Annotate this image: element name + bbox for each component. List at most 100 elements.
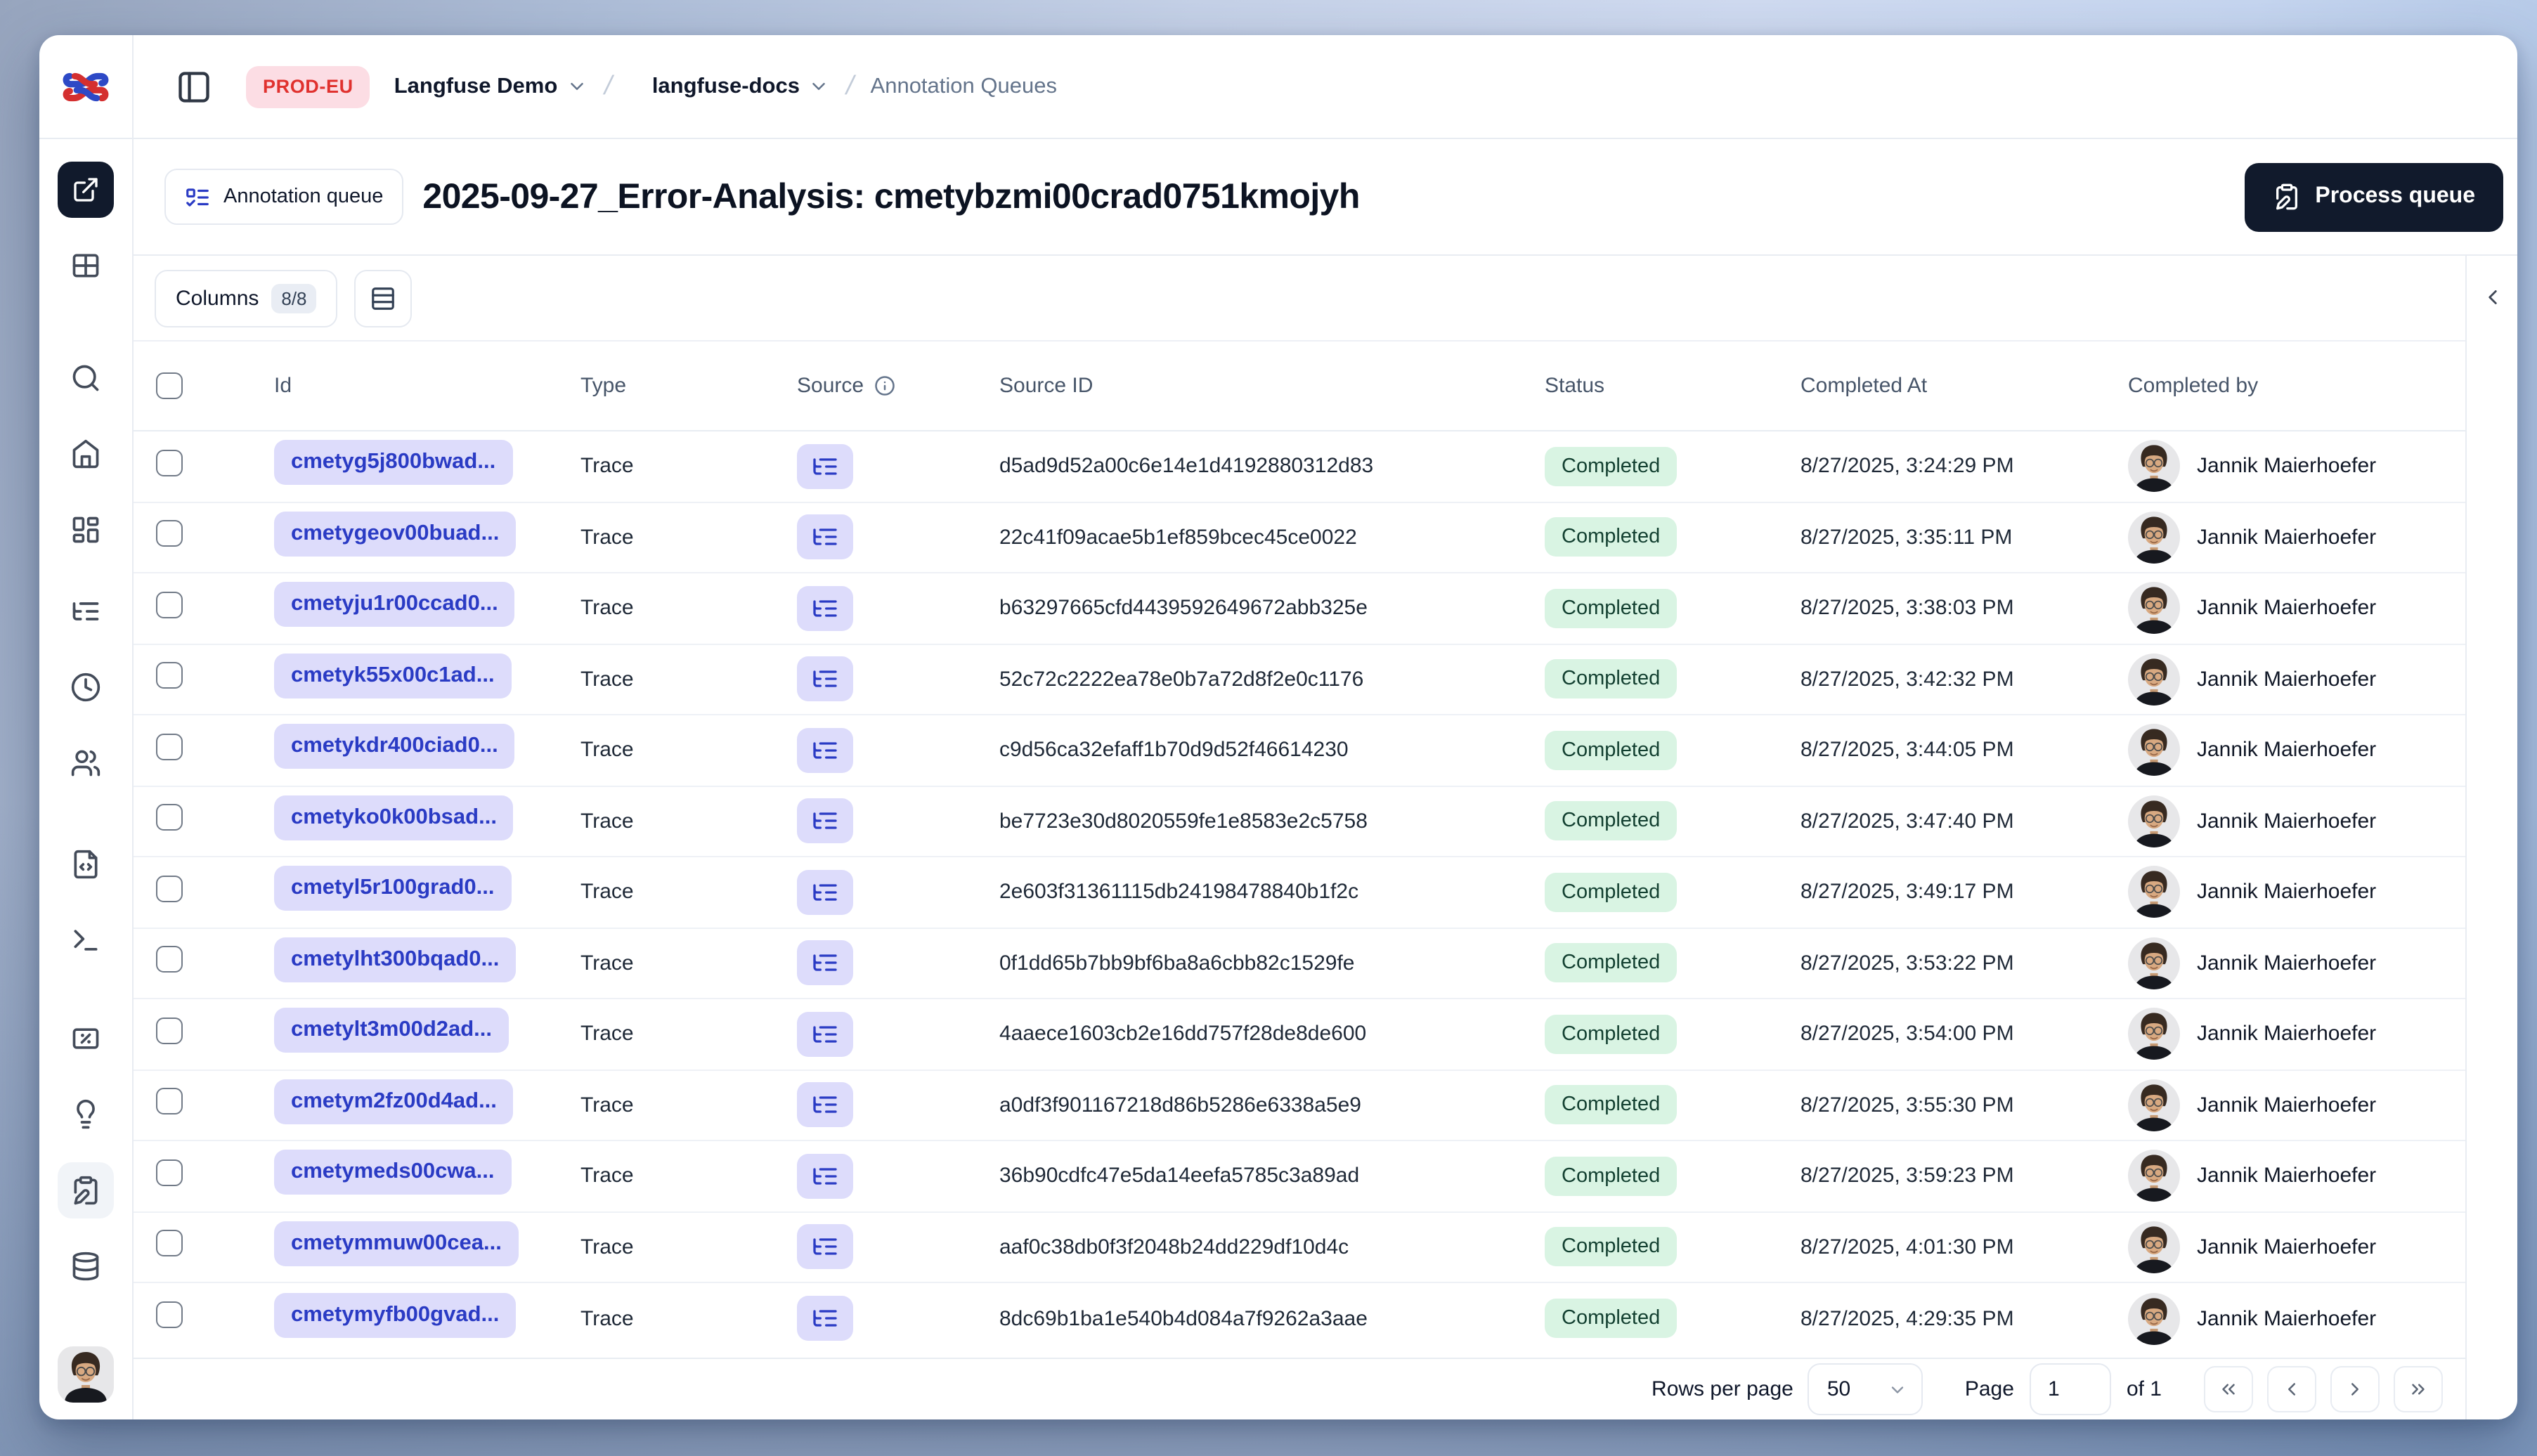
org-switcher[interactable]: Langfuse Demo xyxy=(394,74,588,99)
sidebar-item-dashboard[interactable] xyxy=(58,502,114,558)
column-header-source[interactable]: Source xyxy=(797,374,999,398)
table-row[interactable]: cmetylt3m00d2ad... Trace 4aaece1603cb2e1… xyxy=(134,999,2465,1070)
item-id-link[interactable]: cmetyju1r00ccad0... xyxy=(274,582,515,628)
sidebar-item-users[interactable] xyxy=(58,735,114,791)
trace-source-link[interactable] xyxy=(797,1224,853,1270)
row-checkbox[interactable] xyxy=(156,591,183,618)
table-row[interactable]: cmetymmuw00cea... Trace aaf0c38db0f3f204… xyxy=(134,1212,2465,1283)
table-row[interactable]: cmetyg5j800bwad... Trace d5ad9d52a00c6e1… xyxy=(134,431,2465,502)
collapse-panel-button[interactable] xyxy=(2474,278,2510,315)
column-header-completed-at[interactable]: Completed At xyxy=(1800,374,2128,398)
trace-source-link[interactable] xyxy=(797,1011,853,1057)
table-row[interactable]: cmetyko0k00bsad... Trace be7723e30d80205… xyxy=(134,786,2465,857)
table-row[interactable]: cmetyl5r100grad0... Trace 2e603f31361115… xyxy=(134,857,2465,928)
row-checkbox[interactable] xyxy=(156,1088,183,1115)
trace-source-link[interactable] xyxy=(797,1296,853,1341)
table-row[interactable]: cmetykdr400ciad0... Trace c9d56ca32efaff… xyxy=(134,715,2465,786)
completed-at: 8/27/2025, 3:38:03 PM xyxy=(1800,596,2014,620)
table-row[interactable]: cmetymeds00cwa... Trace 36b90cdfc47e5da1… xyxy=(134,1141,2465,1212)
sidebar-item-playground[interactable] xyxy=(58,912,114,968)
process-queue-button[interactable]: Process queue xyxy=(2245,162,2503,231)
last-page-button[interactable] xyxy=(2394,1366,2443,1412)
table-row[interactable]: cmetyk55x00c1ad... Trace 52c72c2222ea78e… xyxy=(134,644,2465,715)
item-id-link[interactable]: cmetymeds00cwa... xyxy=(274,1150,512,1195)
org-logo[interactable] xyxy=(39,35,134,138)
row-height-button[interactable] xyxy=(354,269,413,327)
item-id-link[interactable]: cmetykdr400ciad0... xyxy=(274,724,515,769)
trace-source-link[interactable] xyxy=(797,656,853,702)
item-id-link[interactable]: cmetyko0k00bsad... xyxy=(274,795,514,840)
sidebar-item-prompts[interactable] xyxy=(58,836,114,892)
trace-source-link[interactable] xyxy=(797,443,853,489)
item-id-link[interactable]: cmetymyfb00gvad... xyxy=(274,1292,517,1338)
columns-button[interactable]: Columns 8/8 xyxy=(155,269,338,327)
chevron-left-icon xyxy=(2288,1383,2295,1396)
row-checkbox[interactable] xyxy=(156,1301,183,1329)
trace-source-link[interactable] xyxy=(797,727,853,773)
source-id: 0f1dd65b7bb9bf6ba8a6cbb82c1529fe xyxy=(999,951,1355,975)
row-checkbox[interactable] xyxy=(156,1159,183,1186)
item-id-link[interactable]: cmetyl5r100grad0... xyxy=(274,866,512,911)
sidebar-toggle-button[interactable] xyxy=(170,63,218,110)
trace-source-link[interactable] xyxy=(797,514,853,560)
column-header-id[interactable]: Id xyxy=(274,374,580,398)
chevron-down-icon xyxy=(1891,1386,1904,1393)
item-id-link[interactable]: cmetyk55x00c1ad... xyxy=(274,653,512,698)
page-input[interactable] xyxy=(2029,1363,2111,1415)
sidebar-item-evaluation[interactable] xyxy=(58,1010,114,1067)
select-all-checkbox[interactable] xyxy=(156,372,183,399)
completed-by-name: Jannik Maierhoefer xyxy=(2197,809,2377,833)
sidebar-item-open-in-new[interactable] xyxy=(58,162,114,218)
row-checkbox[interactable] xyxy=(156,875,183,902)
column-header-completed-by[interactable]: Completed by xyxy=(2128,374,2465,398)
trace-source-link[interactable] xyxy=(797,1082,853,1128)
user-avatar[interactable] xyxy=(58,1346,114,1403)
row-checkbox[interactable] xyxy=(156,662,183,689)
item-id-link[interactable]: cmetygeov00buad... xyxy=(274,511,517,557)
sidebar-item-search[interactable] xyxy=(58,350,114,406)
sidebar-item-annotation-queues[interactable] xyxy=(58,1162,114,1218)
rows-per-page-select[interactable]: 50 xyxy=(1807,1363,1923,1415)
sidebar-item-tracing[interactable] xyxy=(58,583,114,639)
previous-page-button[interactable] xyxy=(2267,1366,2316,1412)
table-row[interactable]: cmetyju1r00ccad0... Trace b63297665cfd44… xyxy=(134,573,2465,644)
list-todo-icon xyxy=(186,188,209,206)
table-row[interactable]: cmetym2fz00d4ad... Trace a0df3f901167218… xyxy=(134,1070,2465,1141)
item-id-link[interactable]: cmetyg5j800bwad... xyxy=(274,440,513,486)
row-checkbox[interactable] xyxy=(156,520,183,547)
column-header-type[interactable]: Type xyxy=(580,374,797,398)
table-row[interactable]: cmetylht300bqad0... Trace 0f1dd65b7bb9bf… xyxy=(134,928,2465,999)
sidebar-item-sessions[interactable] xyxy=(58,659,114,715)
annotation-queue-type-badge[interactable]: Annotation queue xyxy=(164,169,403,225)
item-id-link[interactable]: cmetymmuw00cea... xyxy=(274,1221,519,1266)
row-checkbox[interactable] xyxy=(156,804,183,831)
sidebar-item-table-view[interactable] xyxy=(58,238,114,294)
project-switcher[interactable]: langfuse-docs xyxy=(652,74,829,99)
item-id-link[interactable]: cmetylht300bqad0... xyxy=(274,937,517,982)
trace-source-link[interactable] xyxy=(797,869,853,915)
sidebar-item-home[interactable] xyxy=(58,426,114,482)
column-header-source-id[interactable]: Source ID xyxy=(999,374,1545,398)
trace-source-link[interactable] xyxy=(797,585,853,631)
item-id-link[interactable]: cmetym2fz00d4ad... xyxy=(274,1079,514,1124)
item-type: Trace xyxy=(580,596,634,620)
next-page-button[interactable] xyxy=(2330,1366,2380,1412)
row-checkbox[interactable] xyxy=(156,1230,183,1257)
avatar-photo xyxy=(2128,441,2180,493)
trace-source-link[interactable] xyxy=(797,798,853,844)
first-page-button[interactable] xyxy=(2204,1366,2253,1412)
table-row[interactable]: cmetygeov00buad... Trace 22c41f09acae5b1… xyxy=(134,502,2465,573)
sidebar-item-datasets[interactable] xyxy=(58,1238,114,1294)
row-checkbox[interactable] xyxy=(156,733,183,760)
trace-source-link[interactable] xyxy=(797,940,853,986)
completed-by-avatar xyxy=(2128,1293,2180,1345)
row-checkbox[interactable] xyxy=(156,946,183,973)
sidebar-item-insights[interactable] xyxy=(58,1086,114,1143)
row-checkbox[interactable] xyxy=(156,449,183,476)
table-row[interactable]: cmetymyfb00gvad... Trace 8dc69b1ba1e540b… xyxy=(134,1283,2465,1354)
row-checkbox[interactable] xyxy=(156,1017,183,1044)
trace-source-link[interactable] xyxy=(797,1153,853,1199)
status-badge: Completed xyxy=(1545,1085,1678,1125)
column-header-status[interactable]: Status xyxy=(1545,374,1800,398)
item-id-link[interactable]: cmetylt3m00d2ad... xyxy=(274,1008,510,1053)
